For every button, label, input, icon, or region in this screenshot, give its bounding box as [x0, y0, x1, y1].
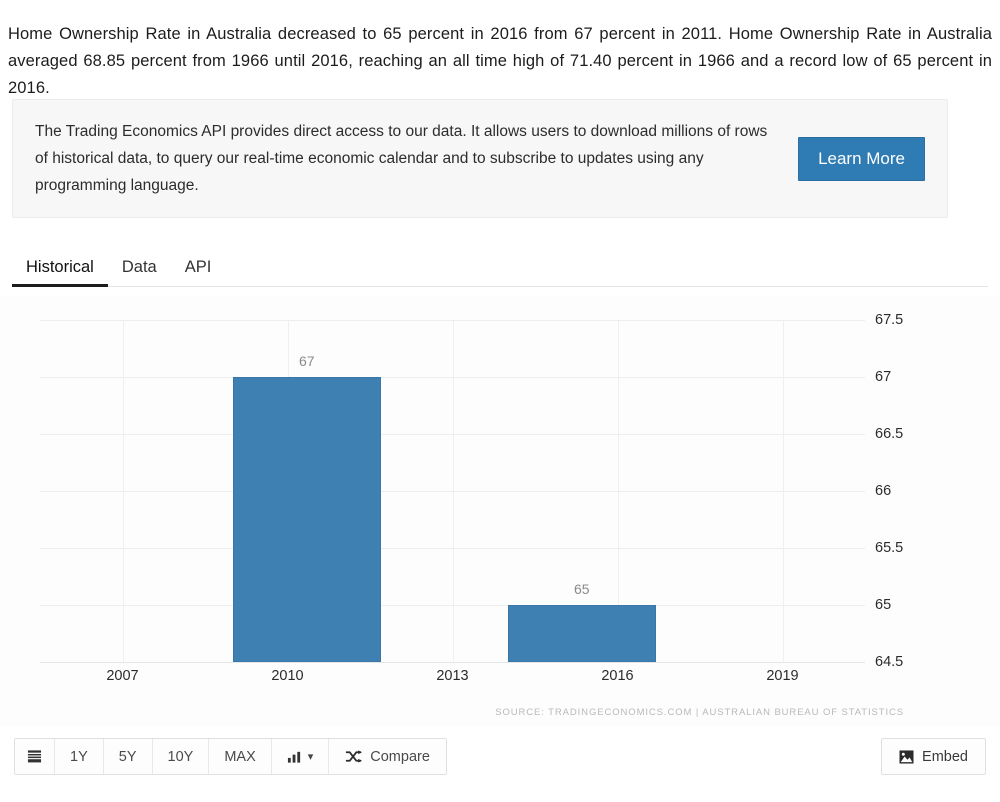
y-axis-tick-label: 67 [875, 369, 892, 385]
image-icon [899, 749, 914, 764]
gridline-vertical [782, 320, 784, 662]
chart-type-dropdown[interactable]: ▾ [271, 739, 330, 774]
chart-area[interactable]: 67 65 67.5 67 66.5 66 65.5 65 64.5 2007 2010 2013… [0, 296, 1000, 726]
y-axis-tick-label: 65 [875, 597, 892, 613]
chart-bar[interactable] [232, 377, 381, 662]
y-axis-tick-label: 66 [875, 483, 892, 499]
list-view-button[interactable] [15, 739, 55, 774]
learn-more-button[interactable]: Learn More [798, 136, 925, 181]
tab-data[interactable]: Data [108, 258, 171, 287]
x-axis-tick-label: 2010 [271, 668, 304, 684]
range-1y-button[interactable]: 1Y [55, 739, 104, 774]
gridline-vertical [122, 320, 124, 662]
x-axis-tick-label: 2007 [106, 668, 139, 684]
embed-button[interactable]: Embed [881, 738, 986, 775]
y-axis-tick-label: 66.5 [875, 426, 904, 442]
embed-label: Embed [922, 748, 968, 765]
shuffle-icon [345, 749, 363, 764]
range-max-button[interactable]: MAX [209, 739, 272, 774]
page-root: Home Ownership Rate in Australia decreas… [0, 0, 1000, 802]
chart-source-note: SOURCE: TRADINGECONOMICS.COM | AUSTRALIA… [495, 707, 904, 718]
chart-plot: 67 65 [40, 320, 865, 686]
bar-value-label: 65 [573, 581, 590, 597]
bar-value-label: 67 [298, 353, 315, 369]
chevron-down-icon: ▾ [307, 751, 314, 763]
bar-chart-icon [287, 750, 302, 764]
chart-bar[interactable] [507, 605, 656, 662]
axis-baseline [40, 662, 865, 663]
x-axis-tick-label: 2019 [766, 668, 799, 684]
api-promo-banner: The Trading Economics API provides direc… [12, 99, 948, 218]
x-axis-tick-label: 2013 [436, 668, 469, 684]
gridline-vertical [452, 320, 454, 662]
tab-api[interactable]: API [171, 258, 226, 287]
tab-historical[interactable]: Historical [12, 258, 108, 287]
range-5y-button[interactable]: 5Y [103, 739, 153, 774]
chart-toolbar: 1Y 5Y 10Y MAX ▾ Compare [14, 738, 447, 775]
intro-paragraph: Home Ownership Rate in Australia decreas… [8, 24, 992, 97]
list-icon [27, 749, 42, 764]
api-promo-text: The Trading Economics API provides direc… [35, 123, 768, 194]
y-axis-tick-label: 67.5 [875, 312, 904, 328]
y-axis-tick-label: 64.5 [875, 654, 904, 670]
y-axis-tick-label: 65.5 [875, 540, 904, 556]
compare-label: Compare [370, 748, 430, 765]
tab-bar: Historical Data API [12, 245, 988, 287]
range-10y-button[interactable]: 10Y [152, 739, 210, 774]
compare-button[interactable]: Compare [329, 739, 446, 774]
x-axis-tick-label: 2016 [601, 668, 634, 684]
